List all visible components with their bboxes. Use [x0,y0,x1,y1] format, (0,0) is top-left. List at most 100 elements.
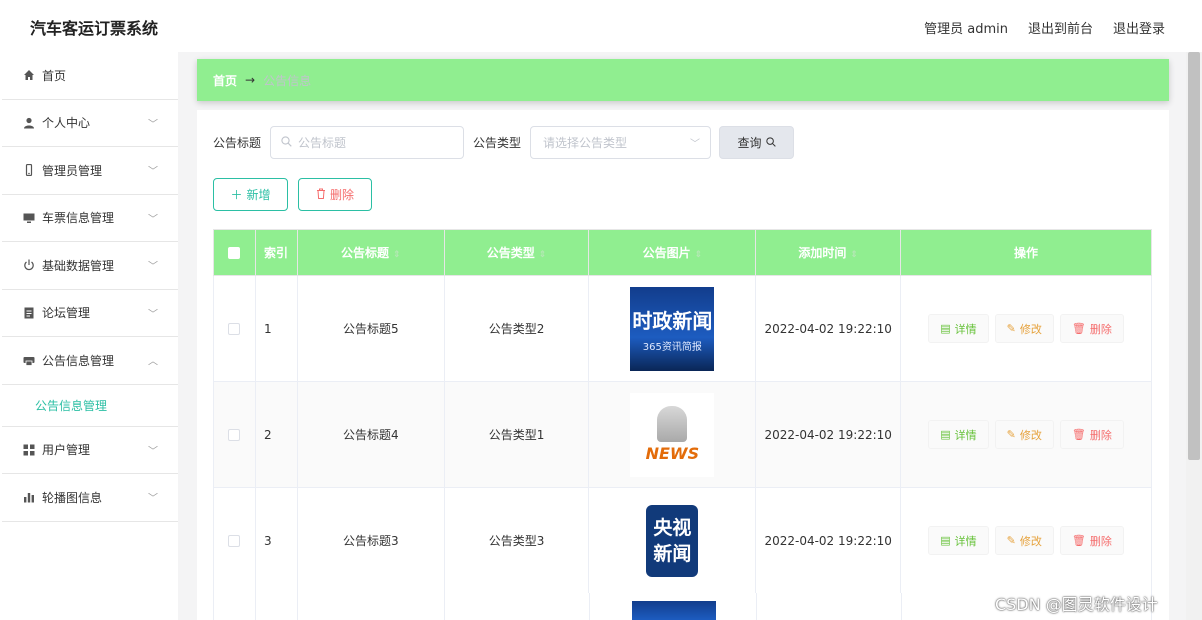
header-type[interactable]: 公告类型 ⇕ [443,229,590,276]
sidebar-item-ticket-management[interactable]: 车票信息管理 ﹀ [2,195,178,242]
chevron-up-icon: ︿ [148,356,158,368]
row-title: 公告标题3 [296,487,445,594]
partial-cell [445,593,590,620]
header-type-label: 公告类型 [486,246,535,260]
delete-button-label: 删除 [1089,534,1112,548]
detail-button[interactable]: ▤ 详情 [928,314,989,343]
submenu-item-notice-management[interactable]: 公告信息管理 [2,385,178,427]
pencil-icon: ✎ [1006,534,1016,547]
type-select-placeholder: 请选择公告类型 [543,136,628,150]
row-image-cell: NEWS [588,381,757,488]
sort-icon[interactable]: ⇕ [850,250,858,260]
edit-button-label: 修改 [1019,428,1042,442]
delete-button[interactable]: 🗑 删除 [1059,526,1124,555]
document-icon: ▤ [940,322,951,335]
notice-image[interactable]: 时政新闻 365资讯简报 [630,286,715,371]
edit-button[interactable]: ✎ 修改 [994,314,1054,343]
row-image-cell: 时政新闻 365资讯简报 [588,275,757,382]
sidebar-item-label: 基础数据管理 [42,258,115,273]
query-button[interactable]: 查询 [719,126,795,159]
header-title[interactable]: 公告标题 ⇕ [296,229,445,276]
bar-chart-icon [22,490,36,504]
sidebar-item-carousel[interactable]: 轮播图信息 ﹀ [2,474,178,522]
sidebar-item-label: 个人中心 [42,116,91,131]
edit-button-label: 修改 [1019,322,1042,336]
search-form: 公告标题 公告标题 公告类型 请选择公告类型 ﹀ 查询 [213,126,795,159]
header-time[interactable]: 添加时间 ⇕ [755,229,902,276]
row-time: 2022-04-02 19:22:10 [755,275,902,382]
row-checkbox[interactable] [228,323,241,335]
delete-button-label: 删除 [329,188,354,202]
add-button[interactable]: ＋ 新增 [213,178,288,211]
detail-button-label: 详情 [954,428,977,442]
row-select-cell [213,275,256,382]
chevron-down-icon: ﹀ [148,119,158,131]
sidebar-item-admin-management[interactable]: 管理员管理 ﹀ [2,147,178,195]
top-right-links: 管理员 admin 退出到前台 退出登录 [924,18,1165,37]
row-select-cell [213,381,256,488]
delete-button-label: 删除 [1089,428,1112,442]
partial-cell [298,593,445,620]
trash-icon: 🗑 [1071,534,1086,547]
row-checkbox[interactable] [228,429,241,441]
detail-button[interactable]: ▤ 详情 [928,526,989,555]
chevron-down-icon: ﹀ [690,139,701,150]
trash-icon [316,188,326,202]
type-select[interactable]: 请选择公告类型 ﹀ [530,126,712,159]
sort-icon[interactable]: ⇕ [393,250,401,260]
delete-button[interactable]: 🗑 删除 [1059,314,1124,343]
sidebar-item-user-management[interactable]: 用户管理 ﹀ [2,427,178,474]
detail-button-label: 详情 [954,322,977,336]
app-title: 汽车客运订票系统 [30,19,159,38]
header-ops: 操作 [900,229,1152,276]
row-checkbox[interactable] [228,535,241,547]
sort-icon[interactable]: ⇕ [695,250,703,260]
row-image-cell: 央视新闻 [588,487,757,594]
sidebar-item-label: 管理员管理 [42,163,103,178]
sidebar-item-personal-center[interactable]: 个人中心 ﹀ [2,100,178,147]
notice-image-text: NEWS [645,444,700,463]
sidebar-item-notice-management[interactable]: 公告信息管理 ︿ [2,337,178,385]
sidebar-item-home[interactable]: 首页 [2,52,178,100]
header-index: 索引 [254,229,298,276]
chevron-down-icon: ﹀ [148,261,158,273]
partial-cell [757,593,902,620]
chevron-down-icon: ﹀ [148,309,158,321]
delete-button[interactable]: 🗑 删除 [1059,420,1124,449]
header-image[interactable]: 公告图片 ⇕ [588,229,757,276]
row-index: 2 [254,381,298,488]
table-row: 2 公告标题4 公告类型1 NEWS 2022-04-02 19:22:10 ▤… [213,381,1152,488]
edit-button[interactable]: ✎ 修改 [994,420,1054,449]
detail-button[interactable]: ▤ 详情 [928,420,989,449]
row-index: 1 [254,275,298,382]
title-search-input[interactable]: 公告标题 [270,126,465,159]
query-button-label: 查询 [737,136,762,150]
exit-to-frontend-link[interactable]: 退出到前台 [1028,18,1093,37]
document-icon: ▤ [940,428,951,441]
pencil-icon: ✎ [1006,322,1016,335]
notice-table: 索引 公告标题 ⇕ 公告类型 ⇕ 公告图片 ⇕ 添加时间 ⇕ 操作 1 公告标题5 公告… [213,229,1152,594]
sidebar-item-forum[interactable]: 论坛管理 ﹀ [2,290,178,337]
row-time: 2022-04-02 19:22:10 [755,381,902,488]
notice-image-subtext: 365资讯简报 [642,341,702,353]
select-all-checkbox[interactable] [228,247,241,259]
sort-icon[interactable]: ⇕ [539,250,547,260]
batch-delete-button[interactable]: 删除 [298,178,372,211]
sidebar-item-label: 论坛管理 [42,306,91,321]
partial-cell [256,593,298,620]
sidebar-item-label: 轮播图信息 [42,490,103,505]
sidebar-item-basic-data[interactable]: 基础数据管理 ﹀ [2,242,178,290]
notice-image[interactable]: 央视新闻 [630,498,715,583]
notice-image[interactable]: NEWS [630,392,715,477]
sidebar-item-label: 公告信息管理 [42,353,115,368]
edit-button[interactable]: ✎ 修改 [994,526,1054,555]
breadcrumb-home[interactable]: 首页 [213,72,237,89]
header-time-label: 添加时间 [798,246,847,260]
page-scrollbar-thumb[interactable] [1188,52,1200,460]
logout-link[interactable]: 退出登录 [1113,18,1165,37]
plus-icon: ＋ [230,188,243,202]
chevron-down-icon: ﹀ [148,166,158,178]
row-type: 公告类型3 [443,487,590,594]
notice-image-text: 时政新闻 [632,308,713,333]
chevron-down-icon: ﹀ [148,446,158,458]
